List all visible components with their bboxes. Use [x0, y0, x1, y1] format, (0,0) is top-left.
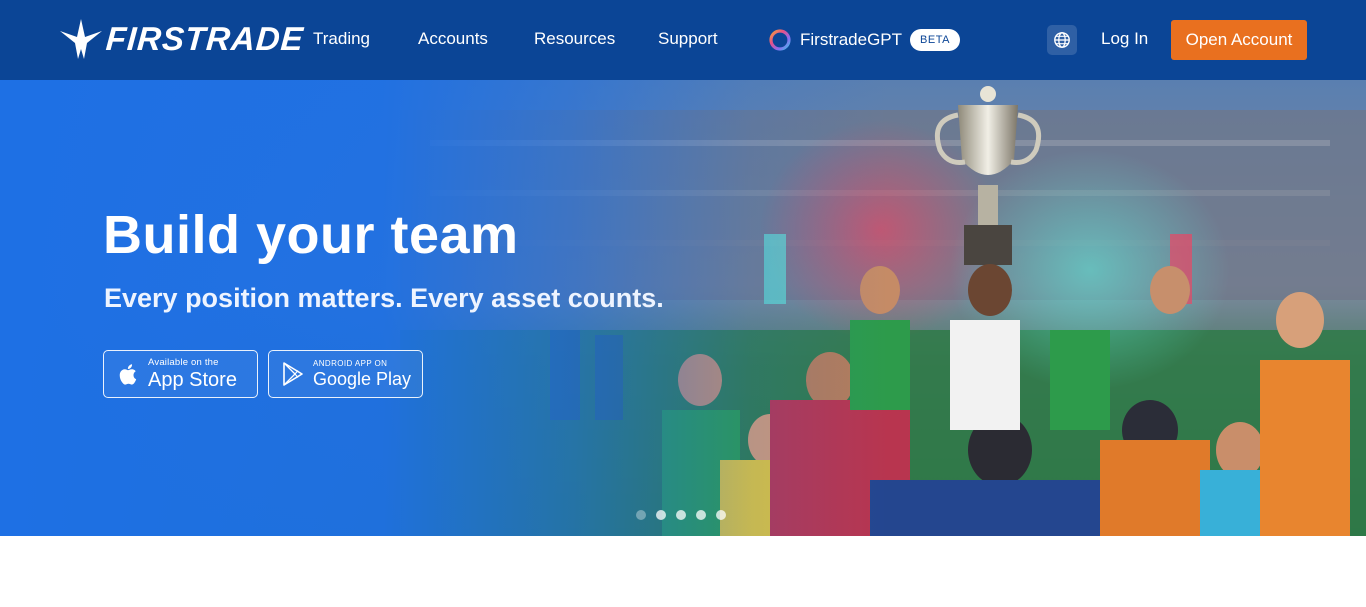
globe-icon [1054, 32, 1070, 48]
top-navigation-bar: FIRSTRADE Trading Accounts Resources Sup… [0, 0, 1366, 80]
carousel-dot-5[interactable] [716, 510, 726, 520]
logo-text: FIRSTRADE [104, 20, 306, 57]
hero-subtitle: Every position matters. Every asset coun… [104, 283, 664, 313]
carousel-dot-2[interactable] [656, 510, 666, 520]
apple-icon [119, 364, 137, 385]
nav-firstrade-gpt[interactable]: FirstradeGPT BETA [768, 27, 960, 52]
app-store-button[interactable]: Available on the App Store [103, 350, 258, 398]
firstrade-logo[interactable]: FIRSTRADE [60, 19, 306, 59]
logo-arrow-icon [60, 19, 102, 59]
open-account-button[interactable]: Open Account [1171, 20, 1307, 60]
nav-accounts[interactable]: Accounts [418, 28, 488, 50]
gpt-ring-icon [769, 28, 791, 51]
gpt-label: FirstradeGPT [800, 29, 903, 49]
google-play-big-text: Google Play [313, 369, 412, 389]
carousel-dot-4[interactable] [696, 510, 706, 520]
nav-resources[interactable]: Resources [534, 28, 615, 50]
hero-title: Build your team [103, 205, 519, 265]
language-button[interactable] [1047, 25, 1077, 55]
app-store-small-text: Available on the [148, 357, 219, 369]
nav-trading[interactable]: Trading [313, 28, 370, 50]
hero-banner: Build your team Every position matters. … [0, 80, 1366, 536]
google-play-icon [283, 362, 303, 386]
google-play-small-text: ANDROID APP ON [313, 359, 388, 368]
carousel-dot-1[interactable] [636, 510, 646, 520]
nav-support[interactable]: Support [658, 28, 718, 50]
google-play-button[interactable]: ANDROID APP ON Google Play [268, 350, 423, 398]
login-link[interactable]: Log In [1101, 28, 1148, 50]
carousel-dots [636, 510, 726, 520]
carousel-dot-3[interactable] [676, 510, 686, 520]
app-store-big-text: App Store [148, 368, 237, 391]
beta-badge: BETA [910, 28, 960, 51]
